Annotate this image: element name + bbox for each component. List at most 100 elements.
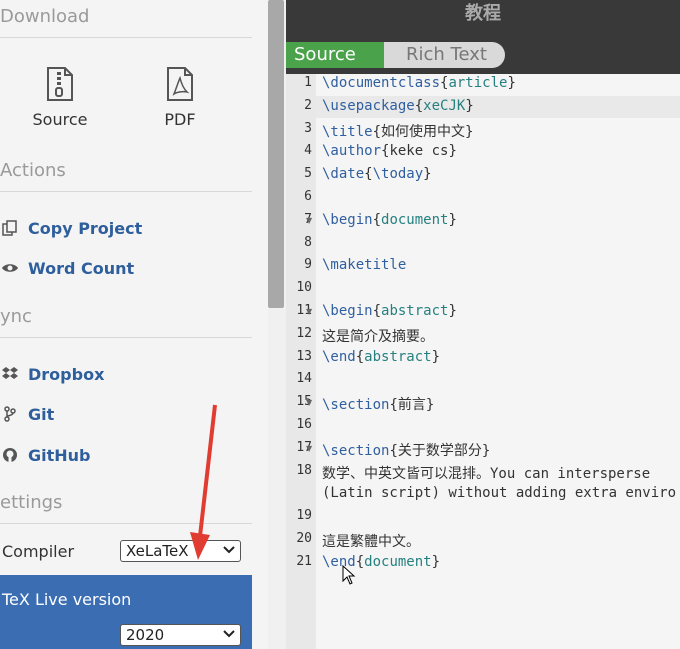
code-token: } bbox=[448, 303, 457, 319]
code-token: } bbox=[507, 75, 516, 91]
code-token: } bbox=[465, 97, 474, 114]
code-token: {keke cs} bbox=[381, 143, 457, 160]
line-number: 10 bbox=[296, 280, 312, 296]
line-number: 16 bbox=[296, 417, 312, 432]
texlive-select-value: 2020 bbox=[126, 626, 165, 644]
source-label: Source bbox=[32, 110, 88, 129]
compiler-select-value: XeLaTeX bbox=[126, 542, 189, 560]
fold-toggle-icon[interactable]: ▼ bbox=[306, 444, 312, 453]
section-title-actions: Actions bbox=[0, 160, 66, 181]
code-line: \begin{document} bbox=[322, 212, 457, 228]
chevron-down-icon bbox=[223, 546, 235, 554]
sidebar-scrollbar-thumb[interactable] bbox=[268, 0, 284, 308]
dropbox-link[interactable]: Dropbox bbox=[0, 362, 104, 386]
github-link[interactable]: GitHub bbox=[0, 443, 91, 467]
line-number: 1 bbox=[304, 75, 312, 90]
section-title-sync: ync bbox=[0, 306, 32, 327]
line-number: 20 bbox=[296, 531, 312, 546]
code-token: } bbox=[431, 553, 441, 570]
code-token: {如何使用中文} bbox=[372, 123, 474, 140]
github-label: GitHub bbox=[28, 445, 91, 465]
mouse-cursor-icon bbox=[342, 565, 356, 585]
line-number: 21 bbox=[296, 553, 312, 569]
code-token: \begin bbox=[322, 211, 373, 228]
fold-toggle-icon[interactable]: ▼ bbox=[306, 216, 312, 225]
code-line: (Latin script) without adding extra envi… bbox=[322, 485, 676, 501]
line-number: 12 bbox=[296, 325, 312, 341]
word-count-link[interactable]: Word Count bbox=[0, 256, 134, 280]
code-line: \title{如何使用中文} bbox=[322, 121, 473, 141]
divider bbox=[0, 337, 252, 338]
code-token: { bbox=[364, 166, 373, 183]
code-line: \section{关于数学部分} bbox=[322, 440, 490, 460]
code-token: { bbox=[372, 211, 382, 228]
section-title-settings: ettings bbox=[0, 492, 63, 513]
copy-icon bbox=[0, 218, 20, 238]
code-token: { bbox=[355, 348, 365, 365]
code-token: { bbox=[355, 553, 365, 570]
eye-icon bbox=[0, 258, 20, 278]
editor-title: 教程 bbox=[465, 3, 501, 24]
line-number: 19 bbox=[296, 508, 312, 524]
line-number: 5 bbox=[304, 166, 312, 182]
code-token: abstract bbox=[364, 348, 432, 365]
code-token: \documentclass bbox=[322, 75, 441, 91]
compiler-select[interactable]: XeLaTeX bbox=[120, 540, 241, 562]
github-icon bbox=[0, 445, 20, 465]
code-token: \date bbox=[322, 166, 365, 183]
section-title-download: Download bbox=[0, 6, 90, 27]
fold-toggle-icon[interactable]: ▼ bbox=[306, 398, 312, 407]
line-number: 6 bbox=[304, 189, 312, 204]
code-line: \date{\today} bbox=[322, 166, 432, 182]
code-line: \author{keke cs} bbox=[322, 143, 457, 159]
texlive-label: TeX Live version bbox=[2, 590, 132, 609]
git-label: Git bbox=[28, 404, 55, 424]
code-token: \end bbox=[322, 348, 356, 365]
code-editor[interactable]: \documentclass{article} \usepackage{xeCJK… bbox=[316, 74, 680, 649]
code-line: \usepackage{xeCJK} bbox=[322, 98, 474, 114]
code-line: \begin{abstract} bbox=[322, 303, 457, 319]
code-token: \section bbox=[322, 397, 390, 414]
code-line: \end{abstract} bbox=[322, 349, 440, 365]
git-branch-icon bbox=[0, 404, 20, 424]
line-number: 13 bbox=[296, 348, 312, 364]
code-token: \title bbox=[322, 123, 373, 140]
code-line: 数学、中英文皆可以混排。You can intersperse bbox=[322, 463, 650, 483]
pdf-label: PDF bbox=[164, 110, 196, 129]
code-line: 這是繁體中文。 bbox=[322, 531, 420, 551]
editor-mode-toggle[interactable]: Source Rich Text bbox=[286, 42, 505, 68]
texlive-select[interactable]: 2020 bbox=[120, 624, 241, 646]
divider bbox=[0, 191, 252, 192]
divider bbox=[0, 523, 252, 524]
code-token: (Latin script) without adding extra envi… bbox=[322, 485, 677, 502]
line-number: 14 bbox=[296, 371, 312, 387]
code-token: } bbox=[448, 211, 457, 228]
code-token: \maketitle bbox=[322, 257, 407, 274]
code-token: document bbox=[364, 553, 432, 570]
rich-text-mode-button[interactable]: Rich Text bbox=[406, 42, 487, 68]
code-token: \usepackage bbox=[322, 97, 415, 114]
dropbox-icon bbox=[0, 364, 20, 384]
chevron-down-icon bbox=[223, 630, 235, 638]
code-token: {前言} bbox=[389, 397, 435, 414]
source-mode-button[interactable]: Source bbox=[286, 42, 384, 68]
code-token: 数学、中英文皆可以混排。You can intersperse bbox=[322, 465, 651, 482]
texlive-setting: TeX Live version 2020 bbox=[0, 575, 252, 649]
divider bbox=[0, 37, 252, 38]
copy-project-link[interactable]: Copy Project bbox=[0, 216, 142, 240]
code-token: {关于数学部分} bbox=[389, 442, 491, 459]
line-number: 9 bbox=[304, 257, 312, 273]
dropbox-label: Dropbox bbox=[28, 364, 105, 384]
code-line: \end{document} bbox=[322, 554, 440, 570]
download-source-button[interactable]: Source bbox=[15, 66, 105, 129]
code-token: article bbox=[448, 75, 508, 91]
code-token: { bbox=[372, 303, 382, 319]
git-link[interactable]: Git bbox=[0, 402, 54, 426]
line-number-gutter: 1 2 3 4 5 6 7 ▼ 8 9 10 11 ▼ 12 13 14 15 ▼ 16 17 ▼ 18 19 20 21 bbox=[286, 74, 316, 649]
code-token: \today bbox=[372, 166, 424, 183]
download-pdf-button[interactable]: PDF bbox=[135, 66, 225, 129]
code-token: } bbox=[423, 166, 432, 183]
line-number: 8 bbox=[304, 234, 312, 250]
code-token: \author bbox=[322, 143, 382, 160]
fold-toggle-icon[interactable]: ▼ bbox=[306, 307, 312, 316]
